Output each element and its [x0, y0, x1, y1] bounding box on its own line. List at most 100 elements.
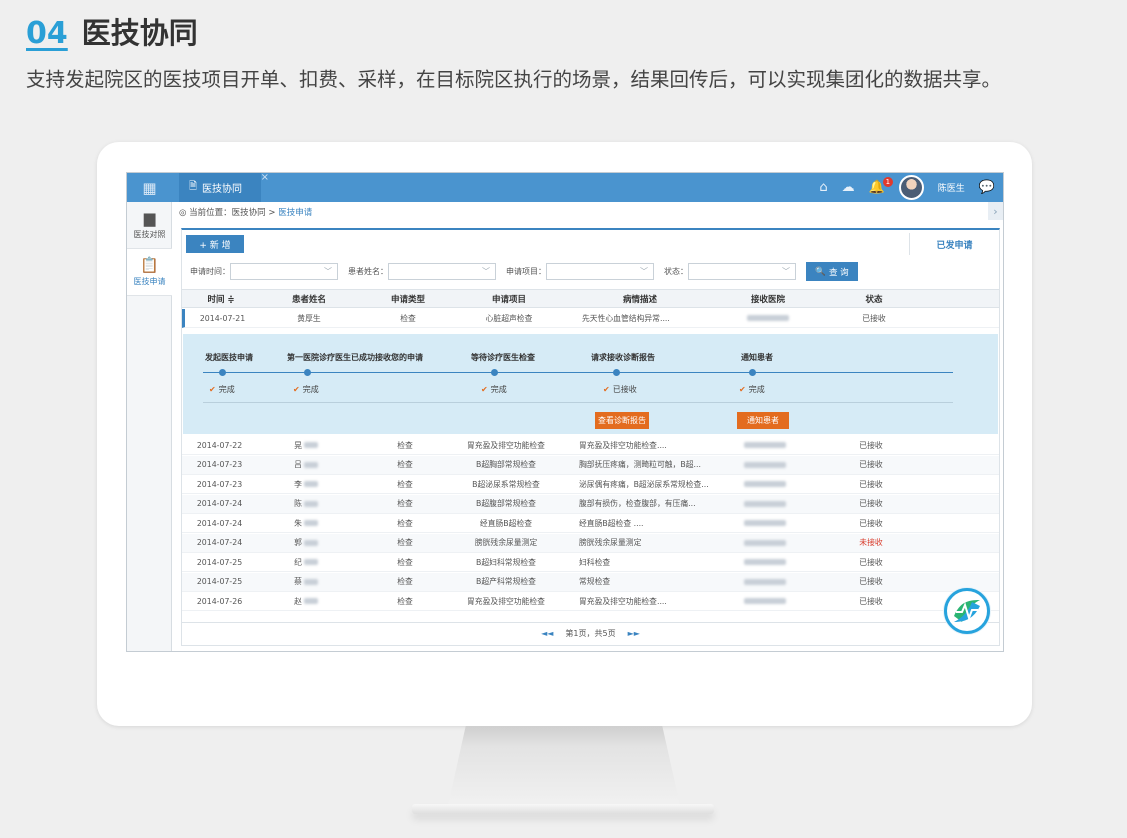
patient-surname: 李 — [294, 479, 302, 489]
cell-date: 2014-07-24 — [196, 538, 243, 547]
monitor-stand — [447, 726, 681, 810]
redacted-name — [303, 481, 318, 487]
section-number: 04 — [26, 16, 68, 51]
patient-surname: 赵 — [294, 596, 302, 606]
close-tab-icon[interactable]: × — [261, 173, 269, 183]
cell-desc: 腹部有损伤，检查腹部，有压痛... — [579, 499, 696, 508]
breadcrumb-parent[interactable]: 医技协同 — [232, 208, 266, 218]
next-page-icon[interactable]: ►► — [628, 629, 640, 638]
cell-type: 检查 — [397, 460, 413, 469]
bell-icon[interactable]: 🔔 1 — [869, 177, 893, 195]
workflow-step-title: 发起医技申请 — [205, 353, 253, 362]
cell-hospital — [717, 475, 813, 493]
table-row[interactable]: 2014-07-25 纪 检查 B超妇科常规检查 妇科检查 已接收 — [182, 553, 999, 572]
table-row[interactable]: 2014-07-22 晃 检查 胃充盈及排空功能检查 胃充盈及排空功能检查.... 已接收 — [182, 436, 999, 455]
redacted-hospital — [747, 315, 789, 321]
sidebar-item-request[interactable]: 📋 医技申请 — [127, 249, 172, 296]
cell-desc: 泌尿偶有疼痛，B超泌尿系常规检查... — [579, 479, 709, 489]
workflow-dot — [613, 369, 620, 376]
cell-item: B超泌尿系常规检查 — [472, 479, 540, 489]
patient-filter-select[interactable]: ﹀ — [388, 263, 496, 280]
table-row[interactable]: 2014-07-25 蔡 检查 B超产科常规检查 常规检查 已接收 — [182, 572, 999, 592]
app-grid-icon[interactable]: ▦ — [127, 173, 172, 202]
workflow-dot — [304, 369, 311, 376]
cell-date: 2014-07-23 — [196, 479, 243, 489]
cloud-icon[interactable]: ☁ — [842, 180, 855, 195]
prev-page-icon[interactable]: ◄◄ — [541, 629, 553, 638]
breadcrumb-separator: > — [268, 208, 276, 218]
sidebar-item-mapping[interactable]: ▆ 医技对照 — [127, 202, 172, 249]
cell-status: 已接收 — [859, 460, 883, 469]
cell-patient: 陈 — [257, 495, 355, 513]
item-filter-select[interactable]: ﹀ — [546, 263, 654, 280]
avatar[interactable] — [898, 175, 924, 200]
section-title: 医技协同 — [81, 16, 198, 50]
patient-surname: 吕 — [294, 460, 302, 469]
top-bar: ▦ 🗎 医技协同 × ⌂ ☁ 🔔 1 陈医生 💬 — [127, 173, 1003, 202]
chat-icon[interactable]: 💬 — [979, 180, 995, 195]
cell-status: 已接收 — [862, 313, 886, 323]
patient-surname: 纪 — [294, 557, 302, 567]
redacted-name — [303, 598, 318, 604]
status-filter-label: 状态： — [664, 267, 688, 276]
check-icon: ✔ — [603, 385, 610, 394]
table-row[interactable]: 2014-07-23 吕 检查 B超胸部常规检查 胸部抚压疼痛，测畸粒可触，B超... 已… — [182, 455, 999, 475]
cell-status: 已接收 — [859, 440, 883, 450]
cell-date: 2014-07-22 — [196, 440, 243, 450]
breadcrumb: ◎ 当前位置：医技协同 > 医技申请 — [179, 206, 312, 218]
workflow-line — [203, 372, 953, 373]
search-button[interactable]: 🔍 查 询 — [806, 262, 858, 281]
cell-status: 已接收 — [859, 479, 883, 489]
breadcrumb-prefix: 当前位置： — [189, 208, 232, 218]
table-row[interactable]: 2014-07-26 赵 检查 胃充盈及排空功能检查 胃充盈及排空功能检查.... 已接收 — [182, 592, 999, 611]
cell-patient: 纪 — [257, 553, 355, 571]
cell-desc: 胃充盈及排空功能检查.... — [579, 440, 667, 450]
item-filter-label: 申请项目： — [506, 267, 546, 276]
tab-sent-requests[interactable]: 已发申请 — [909, 233, 999, 255]
workflow-state-label: 完成 — [748, 385, 765, 394]
redacted-hospital — [744, 559, 786, 565]
cell-type: 检查 — [397, 440, 413, 450]
home-icon[interactable]: ⌂ — [819, 180, 827, 195]
col-time[interactable]: 时间 ≑ — [182, 290, 260, 307]
col-desc: 病情描述 — [622, 294, 657, 305]
document-icon: ▆ — [143, 209, 156, 227]
tab-medical-collab[interactable]: 🗎 医技协同 × — [179, 173, 269, 202]
col-hospital: 接收医院 — [750, 294, 785, 305]
redacted-name — [303, 442, 318, 448]
cell-patient: 蔡 — [257, 573, 355, 591]
cell-desc: 先天性心血管结构异常.... — [582, 313, 670, 323]
table-row[interactable]: 2014-07-24 陈 检查 B超腹部常规检查 腹部有损伤，检查腹部，有压痛... 已接… — [182, 494, 999, 514]
cell-patient: 黄厚生 — [297, 313, 321, 323]
cell-item: 胃充盈及排空功能检查 — [467, 596, 545, 606]
workflow-step-title: 通知患者 — [741, 353, 773, 362]
user-name[interactable]: 陈医生 — [938, 181, 965, 194]
table-row[interactable]: 2014-07-23 李 检查 B超泌尿系常规检查 泌尿偶有疼痛，B超泌尿系常规检查..… — [182, 475, 999, 494]
cell-date: 2014-07-23 — [196, 460, 243, 469]
patient-surname: 朱 — [294, 518, 302, 528]
check-icon: ✔ — [481, 385, 488, 394]
cell-item: B超产科常规检查 — [476, 577, 536, 586]
workflow-state-label: 已接收 — [612, 385, 637, 394]
cell-patient: 李 — [257, 475, 355, 493]
view-report-button[interactable]: 查看诊断报告 — [595, 412, 649, 429]
col-type: 申请类型 — [390, 294, 425, 305]
redacted-hospital — [744, 539, 786, 546]
chevron-right-icon[interactable]: › — [988, 202, 1003, 220]
workflow-state-label: 完成 — [302, 385, 319, 394]
notify-patient-button[interactable]: 通知患者 — [737, 412, 789, 429]
search-button-label: 查 询 — [828, 267, 849, 278]
time-filter-select[interactable]: ﹀ — [230, 263, 338, 280]
table-row[interactable]: 2014-07-21 黄厚生 检查 心脏超声检查 先天性心血管结构异常.... … — [182, 309, 999, 328]
add-button[interactable]: + 新 增 — [186, 235, 244, 253]
redacted-name — [303, 539, 318, 546]
table-row[interactable]: 2014-07-24 郭 检查 膀胱残余尿量测定 膀胱残余尿量测定 未接收 — [182, 533, 999, 553]
table-row[interactable]: 2014-07-24 朱 检查 经直肠B超检查 经直肠B超检查 .... 已接收 — [182, 514, 999, 533]
search-icon: 🔍 — [815, 266, 826, 277]
workflow-step-title: 请求接收诊断报告 — [591, 353, 655, 362]
workflow-state: ✔ 完成 — [739, 384, 765, 395]
cell-item: B超妇科常规检查 — [476, 557, 536, 567]
page-info: 第1页，共5页 — [565, 629, 616, 638]
status-filter-select[interactable]: ﹀ — [688, 263, 796, 280]
workflow-state-label: 完成 — [490, 385, 507, 394]
